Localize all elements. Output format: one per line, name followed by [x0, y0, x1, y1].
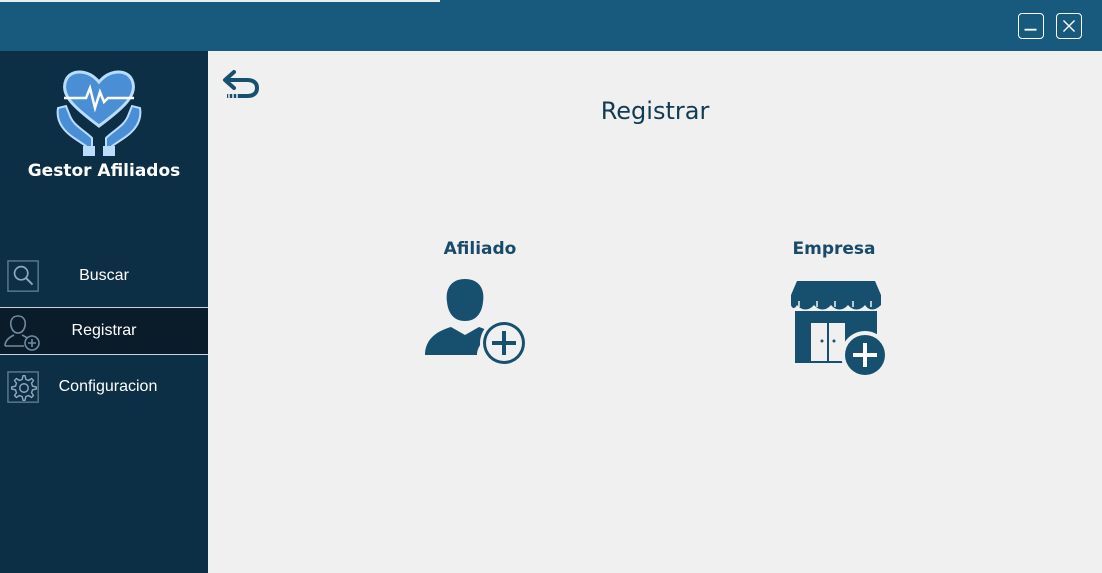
sidebar-item-configuracion[interactable]: Configuracion: [0, 363, 208, 411]
empresa-option[interactable]: Empresa: [749, 239, 919, 399]
minimize-button[interactable]: [1018, 13, 1044, 39]
back-arrow-icon[interactable]: [222, 68, 262, 100]
sidebar-item-label: Buscar: [79, 267, 129, 284]
empresa-label: Empresa: [792, 239, 876, 259]
sidebar-item-buscar[interactable]: Buscar: [0, 252, 208, 300]
page-title: Registrar: [600, 97, 710, 125]
app-name: Gestor Afiliados: [27, 161, 181, 181]
title-bar-highlight: [0, 0, 440, 2]
close-icon: [1062, 19, 1076, 33]
minimize-icon: [1024, 28, 1037, 31]
store-plus-icon: [791, 281, 889, 379]
afiliado-option[interactable]: Afiliado: [395, 239, 565, 399]
heart-hands-logo-icon: [56, 70, 142, 156]
user-plus-icon: [425, 279, 528, 367]
sidebar-item-label: Configuracion: [58, 378, 158, 395]
sidebar-item-registrar[interactable]: Registrar: [0, 307, 208, 355]
main-content: Registrar Afiliado Empresa: [208, 51, 1102, 573]
afiliado-label: Afiliado: [443, 239, 517, 259]
sidebar: Gestor Afiliados Buscar Registrar Config…: [0, 51, 208, 573]
sidebar-item-label: Registrar: [71, 322, 137, 339]
close-button[interactable]: [1056, 13, 1082, 39]
title-bar: [0, 0, 1102, 51]
